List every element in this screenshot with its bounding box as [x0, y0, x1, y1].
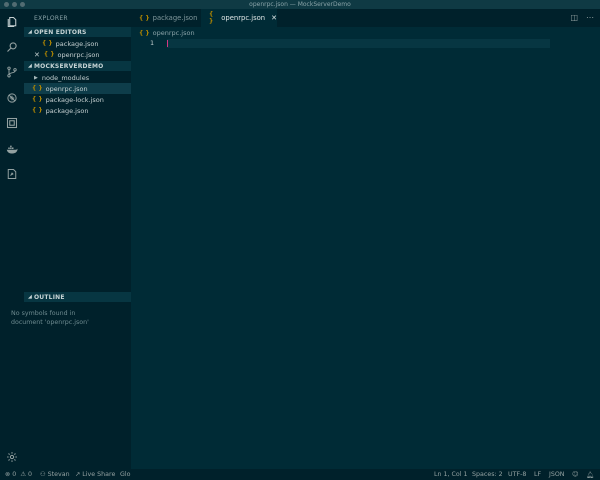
encoding[interactable]: UTF-8 — [508, 471, 526, 478]
chevron-down-icon: ◢ — [27, 294, 33, 300]
chevron-down-icon: ◢ — [27, 63, 33, 69]
user-indicator[interactable]: ⚇ Stevan — [40, 471, 70, 478]
folder-node-modules[interactable]: ▶ node_modules — [24, 72, 131, 83]
live-share-icon[interactable] — [5, 167, 19, 181]
person-icon: ⚇ — [40, 471, 46, 478]
minimize-window-button[interactable] — [12, 2, 17, 7]
outline-header[interactable]: ◢ OUTLINE — [24, 292, 131, 302]
close-icon[interactable]: ✕ — [34, 51, 40, 59]
feedback-icon[interactable]: ☺ — [572, 471, 579, 478]
tab-bar: { } package.json { } openrpc.json ✕ ◫ ⋯ — [131, 9, 600, 27]
glo-status[interactable]: Glo — [120, 471, 130, 478]
search-icon[interactable] — [5, 40, 19, 54]
close-icon[interactable]: ✕ — [271, 14, 277, 22]
status-bar: ⊗ 0 ⚠ 0 ⚇ Stevan ↗ Live Share Glo Ln 1, … — [0, 469, 600, 480]
tab-openrpc-json[interactable]: { } openrpc.json ✕ — [201, 9, 277, 27]
window-title: openrpc.json — MockServerDemo — [249, 1, 351, 8]
files-icon[interactable] — [5, 15, 19, 29]
warning-icon: ⚠ — [20, 471, 26, 478]
chevron-down-icon: ◢ — [27, 29, 33, 35]
live-share-status[interactable]: ↗ Live Share — [75, 471, 115, 478]
more-actions-icon[interactable]: ⋯ — [586, 13, 594, 23]
file-package-json[interactable]: { } package.json — [24, 105, 131, 116]
workspace-header[interactable]: ◢ MOCKSERVERDEMO — [24, 61, 131, 71]
live-share-status-icon: ↗ — [75, 471, 81, 478]
cursor-position[interactable]: Ln 1, Col 1 — [434, 471, 468, 478]
json-file-icon: { } — [139, 29, 150, 37]
problems-indicator[interactable]: ⊗ 0 ⚠ 0 — [5, 471, 32, 478]
end-of-line[interactable]: LF — [534, 471, 541, 478]
notifications-icon[interactable]: 🔔︎ — [586, 471, 594, 479]
json-file-icon: { } — [42, 40, 53, 47]
json-file-icon: { } — [209, 11, 214, 25]
window-controls[interactable] — [4, 2, 25, 7]
error-icon: ⊗ — [5, 471, 11, 478]
language-mode[interactable]: JSON — [549, 471, 565, 478]
explorer-title: EXPLORER — [34, 15, 68, 22]
outline-message: No symbols found in document 'openrpc.js… — [11, 310, 89, 326]
editor-actions: ◫ ⋯ — [570, 13, 594, 23]
debug-icon[interactable] — [5, 91, 19, 105]
chevron-right-icon: ▶ — [34, 74, 38, 81]
json-file-icon: { } — [32, 85, 43, 92]
current-line-highlight — [167, 39, 550, 48]
json-file-icon: { } — [43, 51, 55, 58]
open-editors-header[interactable]: ◢ OPEN EDITORS — [24, 27, 131, 37]
open-editor-item-active[interactable]: ✕ { } openrpc.json — [24, 49, 131, 60]
docker-icon[interactable] — [5, 142, 19, 156]
file-package-lock-json[interactable]: { } package-lock.json — [24, 94, 131, 105]
breadcrumb[interactable]: { } openrpc.json — [139, 28, 195, 38]
open-editor-item[interactable]: { } package.json — [24, 38, 131, 49]
maximize-window-button[interactable] — [20, 2, 25, 7]
json-file-icon: { } — [32, 96, 43, 103]
text-cursor — [167, 40, 168, 47]
file-openrpc-json[interactable]: { } openrpc.json — [24, 83, 131, 94]
editor-area[interactable] — [131, 27, 600, 469]
split-editor-icon[interactable]: ◫ — [570, 13, 578, 23]
settings-gear-icon[interactable] — [5, 450, 19, 464]
json-file-icon: { } — [32, 107, 43, 114]
line-number: 1 — [150, 39, 154, 47]
json-file-icon: { } — [139, 14, 150, 22]
explorer-sidebar: EXPLORER ◢ OPEN EDITORS { } package.json… — [24, 9, 131, 469]
tab-package-json[interactable]: { } package.json — [131, 9, 201, 27]
close-window-button[interactable] — [4, 2, 9, 7]
title-bar: openrpc.json — MockServerDemo — [0, 0, 600, 9]
activity-bar — [0, 9, 24, 469]
indentation[interactable]: Spaces: 2 — [472, 471, 503, 478]
source-control-icon[interactable] — [5, 65, 19, 79]
extensions-icon[interactable] — [5, 116, 19, 130]
